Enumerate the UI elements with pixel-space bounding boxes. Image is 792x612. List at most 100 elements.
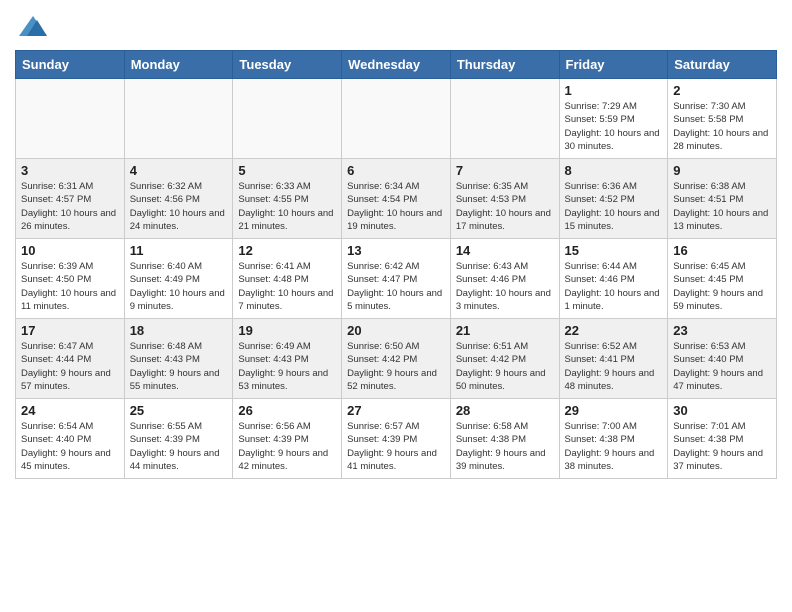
day-number: 10 [21,243,119,258]
cell-info: Sunrise: 6:44 AM Sunset: 4:46 PM Dayligh… [565,260,663,313]
calendar-cell: 9 Sunrise: 6:38 AM Sunset: 4:51 PM Daylig… [668,159,777,239]
cell-info: Sunrise: 6:49 AM Sunset: 4:43 PM Dayligh… [238,340,336,393]
calendar-cell [233,79,342,159]
cell-info: Sunrise: 6:42 AM Sunset: 4:47 PM Dayligh… [347,260,445,313]
cell-info: Sunrise: 7:00 AM Sunset: 4:38 PM Dayligh… [565,420,663,473]
calendar-header-row: SundayMondayTuesdayWednesdayThursdayFrid… [16,51,777,79]
cell-info: Sunrise: 6:51 AM Sunset: 4:42 PM Dayligh… [456,340,554,393]
calendar-week-0: 1 Sunrise: 7:29 AM Sunset: 5:59 PM Daylig… [16,79,777,159]
calendar-cell: 21 Sunrise: 6:51 AM Sunset: 4:42 PM Dayli… [450,319,559,399]
day-number: 22 [565,323,663,338]
calendar-cell [16,79,125,159]
day-number: 1 [565,83,663,98]
cell-info: Sunrise: 6:41 AM Sunset: 4:48 PM Dayligh… [238,260,336,313]
calendar-cell: 26Sunrise: 6:56 AM Sunset: 4:39 PM Dayli… [233,399,342,479]
cell-info: Sunrise: 6:33 AM Sunset: 4:55 PM Dayligh… [238,180,336,233]
day-number: 15 [565,243,663,258]
calendar-cell: 12 Sunrise: 6:41 AM Sunset: 4:48 PM Dayli… [233,239,342,319]
calendar-cell: 14 Sunrise: 6:43 AM Sunset: 4:46 PM Dayli… [450,239,559,319]
calendar-cell: 22 Sunrise: 6:52 AM Sunset: 4:41 PM Dayli… [559,319,668,399]
calendar-cell: 10 Sunrise: 6:39 AM Sunset: 4:50 PM Dayli… [16,239,125,319]
cell-info: Sunrise: 7:29 AM Sunset: 5:59 PM Dayligh… [565,100,663,153]
day-number: 12 [238,243,336,258]
cell-info: Sunrise: 6:38 AM Sunset: 4:51 PM Dayligh… [673,180,771,233]
day-number: 7 [456,163,554,178]
calendar-cell: 16 Sunrise: 6:45 AM Sunset: 4:45 PM Dayli… [668,239,777,319]
day-number: 29 [565,403,663,418]
day-header-tuesday: Tuesday [233,51,342,79]
cell-info: Sunrise: 6:50 AM Sunset: 4:42 PM Dayligh… [347,340,445,393]
cell-info: Sunrise: 6:55 AM Sunset: 4:39 PM Dayligh… [130,420,228,473]
calendar-cell: 6Sunrise: 6:34 AM Sunset: 4:54 PM Daylig… [342,159,451,239]
calendar-cell: 5 Sunrise: 6:33 AM Sunset: 4:55 PM Daylig… [233,159,342,239]
day-number: 5 [238,163,336,178]
calendar-cell: 1 Sunrise: 7:29 AM Sunset: 5:59 PM Daylig… [559,79,668,159]
calendar-cell: 3 Sunrise: 6:31 AM Sunset: 4:57 PM Daylig… [16,159,125,239]
day-number: 19 [238,323,336,338]
calendar-cell: 23Sunrise: 6:53 AM Sunset: 4:40 PM Dayli… [668,319,777,399]
day-number: 16 [673,243,771,258]
logo-icon [17,14,49,42]
day-header-wednesday: Wednesday [342,51,451,79]
calendar-cell: 24 Sunrise: 6:54 AM Sunset: 4:40 PM Dayli… [16,399,125,479]
calendar-cell: 20 Sunrise: 6:50 AM Sunset: 4:42 PM Dayli… [342,319,451,399]
cell-info: Sunrise: 7:30 AM Sunset: 5:58 PM Dayligh… [673,100,771,153]
day-number: 20 [347,323,445,338]
cell-info: Sunrise: 6:35 AM Sunset: 4:53 PM Dayligh… [456,180,554,233]
calendar-cell: 19 Sunrise: 6:49 AM Sunset: 4:43 PM Dayli… [233,319,342,399]
calendar-cell: 30Sunrise: 7:01 AM Sunset: 4:38 PM Dayli… [668,399,777,479]
day-number: 14 [456,243,554,258]
calendar-week-3: 17Sunrise: 6:47 AM Sunset: 4:44 PM Dayli… [16,319,777,399]
day-header-thursday: Thursday [450,51,559,79]
cell-info: Sunrise: 6:40 AM Sunset: 4:49 PM Dayligh… [130,260,228,313]
cell-info: Sunrise: 6:56 AM Sunset: 4:39 PM Dayligh… [238,420,336,473]
day-number: 18 [130,323,228,338]
day-number: 8 [565,163,663,178]
calendar-cell [342,79,451,159]
day-header-monday: Monday [124,51,233,79]
calendar-cell: 15 Sunrise: 6:44 AM Sunset: 4:46 PM Dayli… [559,239,668,319]
calendar-week-2: 10 Sunrise: 6:39 AM Sunset: 4:50 PM Dayli… [16,239,777,319]
cell-info: Sunrise: 6:36 AM Sunset: 4:52 PM Dayligh… [565,180,663,233]
calendar-cell: 29 Sunrise: 7:00 AM Sunset: 4:38 PM Dayli… [559,399,668,479]
calendar-cell: 25 Sunrise: 6:55 AM Sunset: 4:39 PM Dayli… [124,399,233,479]
calendar-cell [450,79,559,159]
page-header [15,10,777,42]
cell-info: Sunrise: 6:39 AM Sunset: 4:50 PM Dayligh… [21,260,119,313]
calendar-week-1: 3 Sunrise: 6:31 AM Sunset: 4:57 PM Daylig… [16,159,777,239]
calendar-cell: 8 Sunrise: 6:36 AM Sunset: 4:52 PM Daylig… [559,159,668,239]
day-number: 3 [21,163,119,178]
cell-info: Sunrise: 6:57 AM Sunset: 4:39 PM Dayligh… [347,420,445,473]
cell-info: Sunrise: 6:45 AM Sunset: 4:45 PM Dayligh… [673,260,771,313]
day-number: 13 [347,243,445,258]
day-header-friday: Friday [559,51,668,79]
day-number: 24 [21,403,119,418]
cell-info: Sunrise: 6:43 AM Sunset: 4:46 PM Dayligh… [456,260,554,313]
day-number: 9 [673,163,771,178]
calendar-cell: 7 Sunrise: 6:35 AM Sunset: 4:53 PM Daylig… [450,159,559,239]
cell-info: Sunrise: 6:52 AM Sunset: 4:41 PM Dayligh… [565,340,663,393]
calendar-cell: 2 Sunrise: 7:30 AM Sunset: 5:58 PM Daylig… [668,79,777,159]
logo [15,14,49,42]
day-number: 23 [673,323,771,338]
day-number: 2 [673,83,771,98]
day-number: 11 [130,243,228,258]
day-number: 17 [21,323,119,338]
calendar-cell: 28 Sunrise: 6:58 AM Sunset: 4:38 PM Dayli… [450,399,559,479]
cell-info: Sunrise: 6:58 AM Sunset: 4:38 PM Dayligh… [456,420,554,473]
day-number: 28 [456,403,554,418]
cell-info: Sunrise: 6:31 AM Sunset: 4:57 PM Dayligh… [21,180,119,233]
calendar-body: 1 Sunrise: 7:29 AM Sunset: 5:59 PM Daylig… [16,79,777,479]
calendar-table: SundayMondayTuesdayWednesdayThursdayFrid… [15,50,777,479]
day-number: 25 [130,403,228,418]
cell-info: Sunrise: 6:48 AM Sunset: 4:43 PM Dayligh… [130,340,228,393]
calendar-cell [124,79,233,159]
cell-info: Sunrise: 7:01 AM Sunset: 4:38 PM Dayligh… [673,420,771,473]
calendar-cell: 13 Sunrise: 6:42 AM Sunset: 4:47 PM Dayli… [342,239,451,319]
day-number: 27 [347,403,445,418]
day-number: 6 [347,163,445,178]
day-number: 21 [456,323,554,338]
cell-info: Sunrise: 6:54 AM Sunset: 4:40 PM Dayligh… [21,420,119,473]
calendar-cell: 11 Sunrise: 6:40 AM Sunset: 4:49 PM Dayli… [124,239,233,319]
day-number: 4 [130,163,228,178]
